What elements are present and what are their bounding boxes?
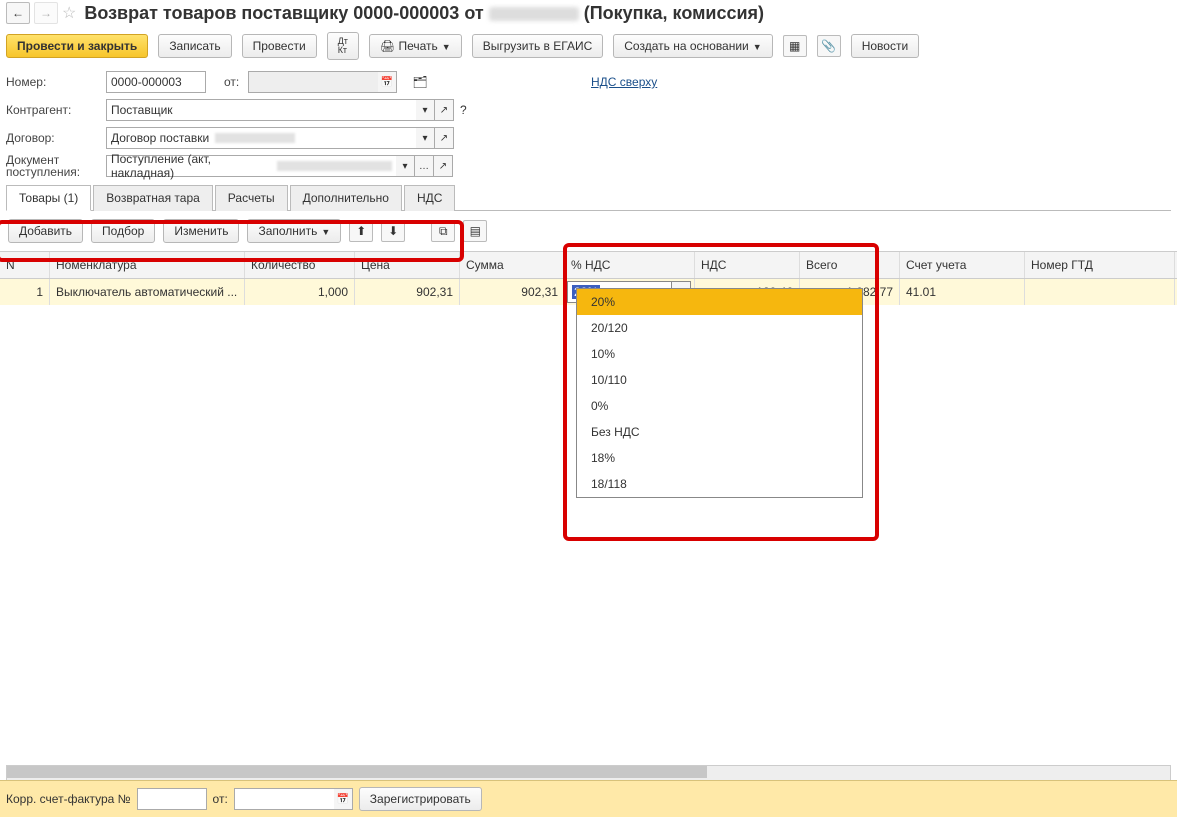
col-gtd[interactable]: Номер ГТД xyxy=(1025,252,1175,278)
org-icon[interactable]: 🗂 xyxy=(409,72,431,92)
egais-button[interactable]: Выгрузить в ЕГАИС xyxy=(472,34,604,58)
cell-nom[interactable]: Выключатель автоматический ... xyxy=(50,279,245,305)
tab-vat[interactable]: НДС xyxy=(404,185,455,211)
contract-label: Договор: xyxy=(6,131,106,145)
contractor-dropdown[interactable]: ▾ xyxy=(416,99,435,121)
invoice-number-input[interactable] xyxy=(137,788,207,810)
vat-mode-link[interactable]: НДС сверху xyxy=(591,75,657,89)
grid-header: N Номенклатура Количество Цена Сумма % Н… xyxy=(0,252,1177,279)
indoc-more[interactable]: … xyxy=(415,155,434,177)
col-nom[interactable]: Номенклатура xyxy=(50,252,245,278)
invoice-date-input[interactable] xyxy=(234,788,334,810)
register-button[interactable]: Зарегистрировать xyxy=(359,787,482,811)
page-title: Возврат товаров поставщику 0000-000003 о… xyxy=(80,3,768,24)
contract-open-icon[interactable]: ↗ xyxy=(435,127,454,149)
vat-option[interactable]: 0% xyxy=(577,393,862,419)
col-sum[interactable]: Сумма xyxy=(460,252,565,278)
back-button[interactable]: ← xyxy=(6,2,30,24)
indoc-input[interactable]: Поступление (акт, накладная) xyxy=(106,155,396,177)
contractor-help-icon[interactable]: ? xyxy=(460,103,467,117)
write-button[interactable]: Записать xyxy=(158,34,231,58)
tab-more[interactable]: Дополнительно xyxy=(290,185,402,211)
tab-tare[interactable]: Возвратная тара xyxy=(93,185,213,211)
col-vatp[interactable]: % НДС xyxy=(565,252,695,278)
contractor-label: Контрагент: xyxy=(6,103,106,117)
title-prefix: Возврат товаров поставщику 0000-000003 о… xyxy=(84,3,483,23)
indoc-open-icon[interactable]: ↗ xyxy=(434,155,453,177)
col-total[interactable]: Всего xyxy=(800,252,900,278)
invoice-from-label: от: xyxy=(213,792,228,806)
calendar-icon[interactable]: 📅 xyxy=(378,71,397,93)
news-button[interactable]: Новости xyxy=(851,34,919,58)
date-input[interactable] xyxy=(248,71,378,93)
vat-option[interactable]: 20/120 xyxy=(577,315,862,341)
vat-dropdown[interactable]: 20% 20/120 10% 10/110 0% Без НДС 18% 18/… xyxy=(576,288,863,498)
barcode-icon[interactable]: ▤ xyxy=(463,220,487,242)
attach-button[interactable]: 📎 xyxy=(817,35,841,57)
col-acc[interactable]: Счет учета xyxy=(900,252,1025,278)
vat-option[interactable]: 10% xyxy=(577,341,862,367)
col-n[interactable]: N xyxy=(0,252,50,278)
move-up-icon[interactable]: ⬆ xyxy=(349,220,373,242)
vat-option[interactable]: 20% xyxy=(577,289,862,315)
post-and-close-button[interactable]: Провести и закрыть xyxy=(6,34,148,58)
forward-button[interactable]: → xyxy=(34,2,58,24)
contractor-input[interactable]: Поставщик xyxy=(106,99,416,121)
invoice-calendar-icon[interactable]: 📅 xyxy=(334,788,353,810)
col-price[interactable]: Цена xyxy=(355,252,460,278)
from-label: от: xyxy=(224,75,248,89)
col-qty[interactable]: Количество xyxy=(245,252,355,278)
copy-icon[interactable]: ⧉ xyxy=(431,220,455,242)
title-date-blur xyxy=(489,7,579,21)
cell-n: 1 xyxy=(0,279,50,305)
cell-price[interactable]: 902,31 xyxy=(355,279,460,305)
cell-gtd[interactable] xyxy=(1025,279,1175,305)
title-suffix: (Покупка, комиссия) xyxy=(584,3,764,23)
invoice-label: Корр. счет-фактура № xyxy=(6,792,131,806)
tab-goods[interactable]: Товары (1) xyxy=(6,185,91,211)
print-button[interactable]: 🖨 Печать▼ xyxy=(369,34,462,58)
cell-qty[interactable]: 1,000 xyxy=(245,279,355,305)
indoc-dropdown[interactable]: ▾ xyxy=(396,155,415,177)
vat-option[interactable]: 18% xyxy=(577,445,862,471)
vat-option[interactable]: 18/118 xyxy=(577,471,862,497)
scrollbar-thumb[interactable] xyxy=(7,766,707,778)
printer-icon: 🖨 xyxy=(380,39,395,53)
indoc-blur xyxy=(277,161,392,171)
dtkt-button[interactable]: ДтКт xyxy=(327,32,359,60)
indoc-label: Документ поступления: xyxy=(6,154,106,178)
add-row-button[interactable]: Добавить xyxy=(8,219,83,243)
number-input[interactable]: 0000-000003 xyxy=(106,71,206,93)
contract-dropdown[interactable]: ▾ xyxy=(416,127,435,149)
fill-button[interactable]: Заполнить▼ xyxy=(247,219,341,243)
change-button[interactable]: Изменить xyxy=(163,219,239,243)
horizontal-scrollbar[interactable] xyxy=(6,765,1171,781)
vat-option[interactable]: Без НДС xyxy=(577,419,862,445)
create-based-button[interactable]: Создать на основании▼ xyxy=(613,34,772,58)
move-down-icon[interactable]: ⬇ xyxy=(381,220,405,242)
vat-option[interactable]: 10/110 xyxy=(577,367,862,393)
contract-blur xyxy=(215,133,295,143)
pick-button[interactable]: Подбор xyxy=(91,219,155,243)
number-label: Номер: xyxy=(6,75,106,89)
structure-icon-button[interactable]: ▦ xyxy=(783,35,807,57)
contract-input[interactable]: Договор поставки xyxy=(106,127,416,149)
post-button[interactable]: Провести xyxy=(242,34,317,58)
tab-calc[interactable]: Расчеты xyxy=(215,185,288,211)
col-vat[interactable]: НДС xyxy=(695,252,800,278)
favorite-icon[interactable]: ☆ xyxy=(62,3,76,23)
contractor-open-icon[interactable]: ↗ xyxy=(435,99,454,121)
cell-sum[interactable]: 902,31 xyxy=(460,279,565,305)
cell-acc[interactable]: 41.01 xyxy=(900,279,1025,305)
